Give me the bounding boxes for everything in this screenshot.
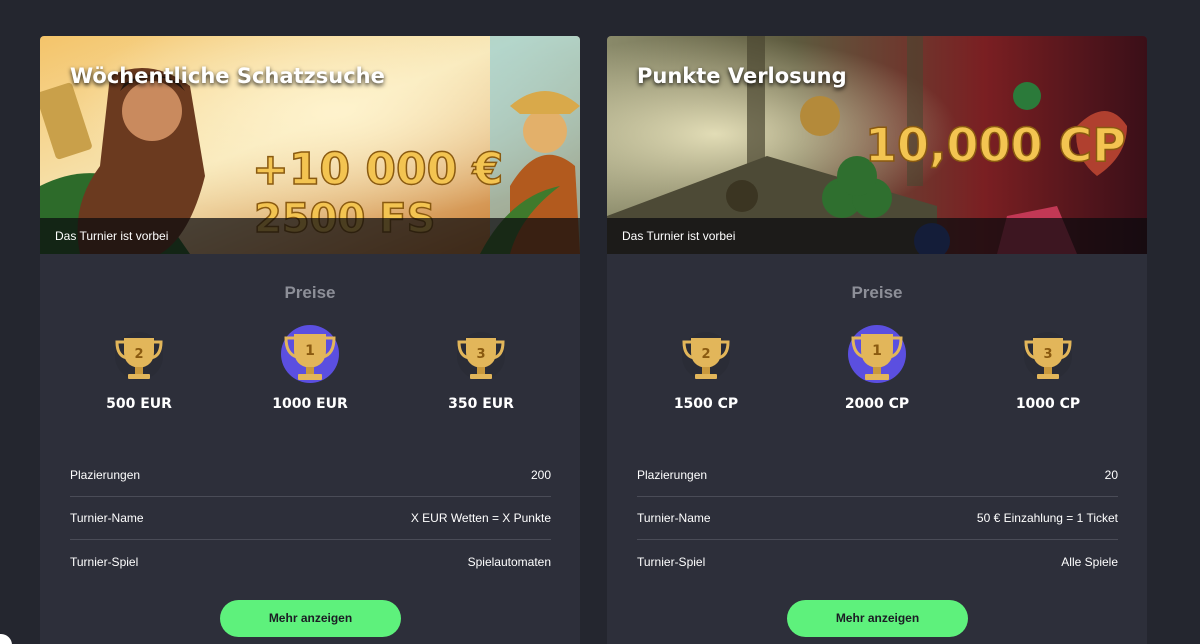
- trophy-icon: 1: [275, 322, 345, 386]
- detail-row-tournament-name: Turnier-Name X EUR Wetten = X Punkte: [70, 497, 551, 540]
- trophy-icon: 3: [446, 322, 516, 386]
- detail-row-tournament-game: Turnier-Spiel Alle Spiele: [637, 540, 1118, 583]
- prize-value: 500 EUR: [106, 396, 172, 412]
- prize-first-place: 1 2000 CP: [797, 322, 957, 412]
- tournament-title: Wöchentliche Schatzsuche: [70, 64, 385, 88]
- tournament-card-punkte-verlosung[interactable]: 10,000 CP Punkte Verlosung Das Turnier i…: [607, 36, 1147, 644]
- detail-value: X EUR Wetten = X Punkte: [410, 511, 551, 525]
- tournament-details: Plazierungen 20 Turnier-Name 50 € Einzah…: [637, 454, 1118, 583]
- prize-second-place: 2 500 EUR: [59, 322, 219, 412]
- prize-value: 1000 CP: [1015, 396, 1081, 412]
- svg-text:3: 3: [476, 347, 485, 362]
- tournament-status: Das Turnier ist vorbei: [40, 218, 580, 254]
- detail-value: 50 € Einzahlung = 1 Ticket: [976, 511, 1118, 525]
- detail-label: Turnier-Name: [637, 511, 711, 525]
- banner-amount: 10,000 CP: [865, 118, 1126, 172]
- svg-text:1: 1: [872, 343, 882, 359]
- detail-label: Turnier-Spiel: [637, 554, 706, 569]
- svg-text:2: 2: [134, 347, 143, 362]
- detail-value: Spielautomaten: [467, 554, 551, 569]
- detail-value: 20: [1104, 468, 1118, 482]
- tournament-banner[interactable]: +10 000 € 2500 FS Wöchentliche Schatzsuc…: [40, 36, 580, 254]
- trophy-icon: 2: [104, 322, 174, 386]
- trophy-icon: 2: [671, 322, 741, 386]
- detail-label: Turnier-Name: [70, 511, 144, 525]
- detail-label: Plazierungen: [637, 468, 708, 482]
- prize-value: 1000 EUR: [272, 396, 348, 412]
- prize-third-place: 3 1000 CP: [968, 322, 1128, 412]
- detail-value: Alle Spiele: [1061, 554, 1118, 569]
- detail-value: 200: [530, 468, 551, 482]
- prizes-heading: Preise: [284, 283, 336, 302]
- prize-second-place: 2 1500 CP: [626, 322, 786, 412]
- prize-first-place: 1 1000 EUR: [230, 322, 390, 412]
- prize-third-place: 3 350 EUR: [401, 322, 561, 412]
- svg-text:3: 3: [1043, 347, 1052, 362]
- tournament-banner[interactable]: 10,000 CP Punkte Verlosung Das Turnier i…: [607, 36, 1147, 254]
- detail-row-placements: Plazierungen 200: [70, 454, 551, 497]
- detail-label: Turnier-Spiel: [70, 554, 139, 569]
- prize-value: 1500 CP: [673, 396, 739, 412]
- chat-widget-icon[interactable]: [0, 634, 12, 644]
- tournament-title: Punkte Verlosung: [637, 64, 847, 88]
- detail-row-placements: Plazierungen 20: [637, 454, 1118, 497]
- tournament-status: Das Turnier ist vorbei: [607, 218, 1147, 254]
- detail-row-tournament-name: Turnier-Name 50 € Einzahlung = 1 Ticket: [637, 497, 1118, 540]
- show-more-button[interactable]: Mehr anzeigen: [220, 600, 401, 637]
- tournament-details: Plazierungen 200 Turnier-Name X EUR Wett…: [70, 454, 551, 583]
- show-more-button[interactable]: Mehr anzeigen: [787, 600, 968, 637]
- prize-value: 350 EUR: [448, 396, 514, 412]
- prize-value: 2000 CP: [844, 396, 910, 412]
- banner-amount-line1: +10 000 €: [252, 144, 503, 195]
- detail-row-tournament-game: Turnier-Spiel Spielautomaten: [70, 540, 551, 583]
- tournament-card-schatzsuche[interactable]: +10 000 € 2500 FS Wöchentliche Schatzsuc…: [40, 36, 580, 644]
- svg-text:1: 1: [305, 343, 315, 359]
- detail-label: Plazierungen: [70, 468, 141, 482]
- prizes-heading: Preise: [851, 283, 903, 302]
- svg-text:2: 2: [701, 347, 710, 362]
- trophy-icon: 3: [1013, 322, 1083, 386]
- page: +10 000 € 2500 FS Wöchentliche Schatzsuc…: [0, 0, 1200, 644]
- trophy-icon: 1: [842, 322, 912, 386]
